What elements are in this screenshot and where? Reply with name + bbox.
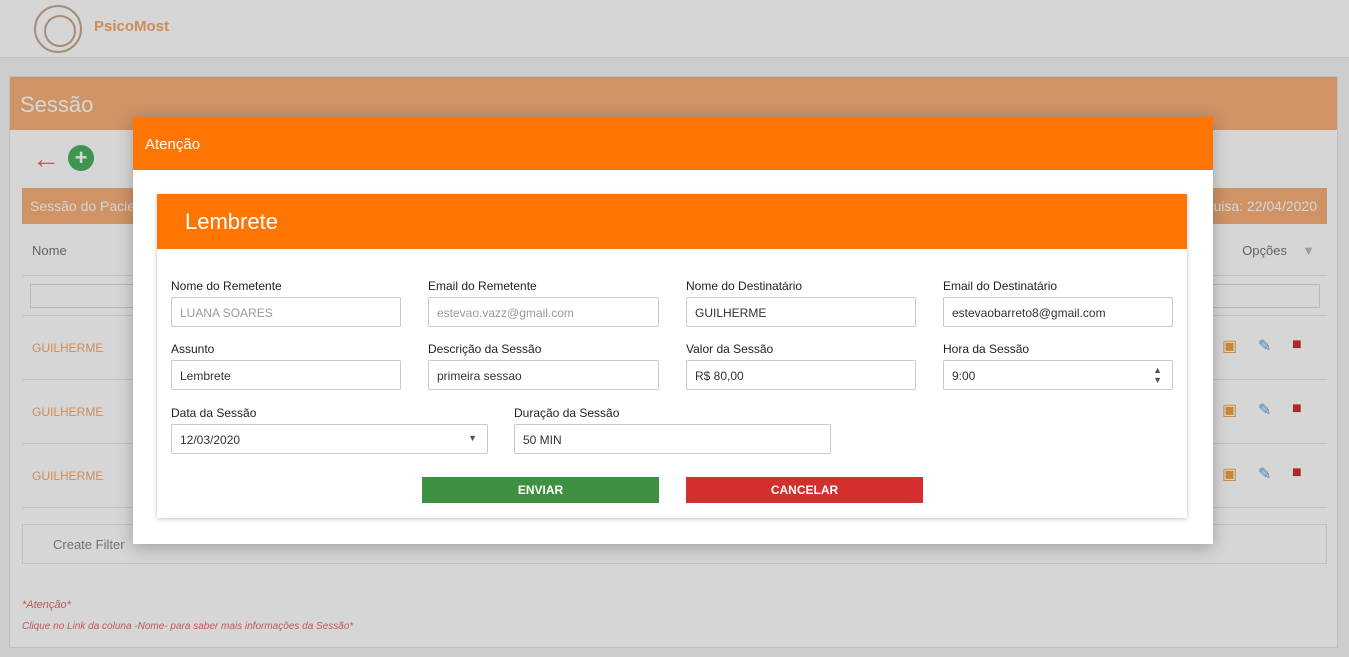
chevron-down-icon: ▼	[468, 433, 477, 443]
destinatario-email-field[interactable]: estevaobarreto8@gmail.com	[943, 297, 1173, 327]
destinatario-nome-field[interactable]: GUILHERME	[686, 297, 916, 327]
send-button[interactable]: ENVIAR	[422, 477, 659, 503]
valor-label: Valor da Sessão	[686, 342, 774, 356]
hora-value: 9:00	[952, 369, 976, 383]
destinatario-email-label: Email do Destinatário	[943, 279, 1058, 293]
descricao-label: Descrição da Sessão	[428, 342, 542, 356]
data-select[interactable]: 12/03/2020 ▼	[171, 424, 488, 454]
duracao-label: Duração da Sessão	[514, 406, 620, 420]
remetente-nome-label: Nome do Remetente	[171, 279, 282, 293]
remetente-email-label: Email do Remetente	[428, 279, 537, 293]
hora-label: Hora da Sessão	[943, 342, 1030, 356]
valor-field[interactable]: R$ 80,00	[686, 360, 916, 390]
data-value: 12/03/2020	[180, 433, 241, 447]
modal-title: Atenção	[133, 117, 1213, 170]
remetente-email-field[interactable]: estevao.vazz@gmail.com	[428, 297, 659, 327]
hora-field[interactable]: 9:00 ▲ ▼	[943, 360, 1173, 390]
remetente-nome-field[interactable]: LUANA SOARES	[171, 297, 401, 327]
assunto-field[interactable]: Lembrete	[171, 360, 401, 390]
data-label: Data da Sessão	[171, 406, 257, 420]
reminder-card: Lembrete Nome do Remetente LUANA SOARES …	[157, 194, 1187, 518]
spinner-icon[interactable]: ▲ ▼	[1153, 365, 1162, 385]
cancel-button[interactable]: CANCELAR	[686, 477, 923, 503]
descricao-field[interactable]: primeira sessao	[428, 360, 659, 390]
attention-modal: Atenção Lembrete Nome do Remetente LUANA…	[133, 117, 1213, 544]
duracao-field[interactable]: 50 MIN	[514, 424, 831, 454]
card-title: Lembrete	[157, 194, 1187, 249]
assunto-label: Assunto	[171, 342, 215, 356]
destinatario-nome-label: Nome do Destinatário	[686, 279, 803, 293]
